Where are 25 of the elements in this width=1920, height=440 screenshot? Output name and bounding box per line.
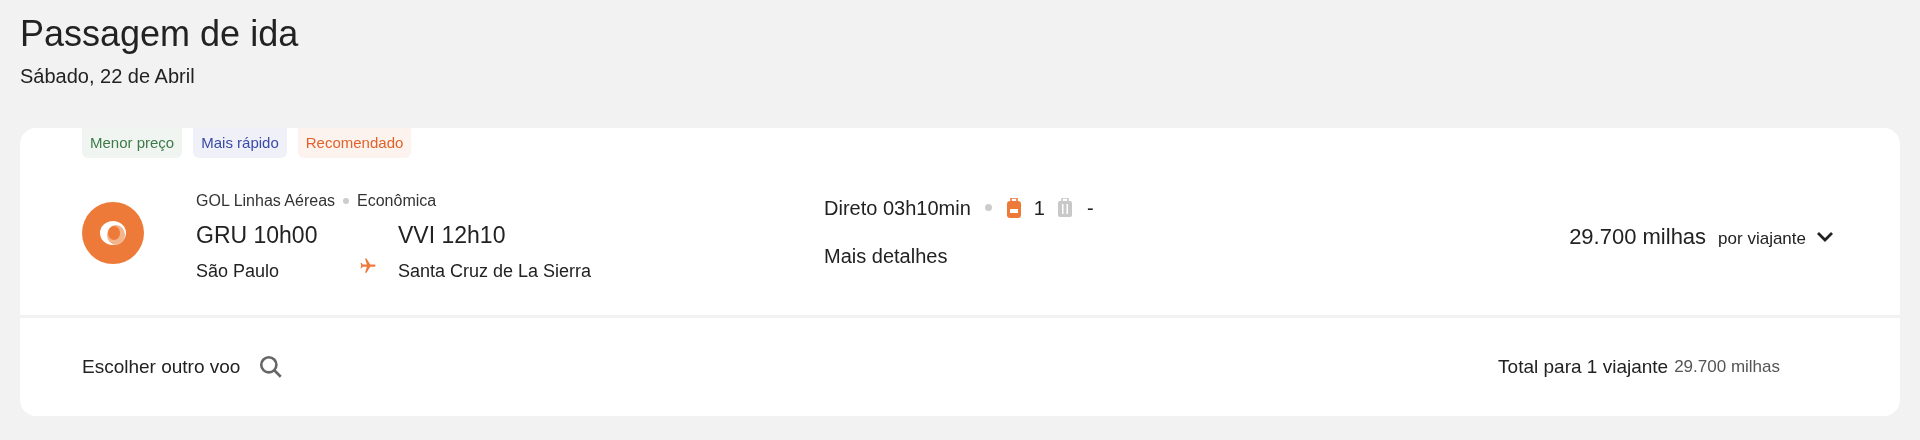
choose-other-flight-link[interactable]: Escolher outro voo: [82, 352, 241, 382]
destination-city: Santa Cruz de La Sierra: [398, 259, 592, 283]
page-title: Passagem de ida: [20, 12, 299, 56]
details-link[interactable]: Mais detalhes: [824, 240, 948, 271]
tag-badge: Menor preço: [82, 128, 183, 158]
checked-bag-count: -: [1086, 195, 1094, 221]
airline-name: GOL Linhas Aéreas: [196, 190, 336, 211]
backpack-icon: [1005, 197, 1022, 218]
departure-time: GRU 10h00: [196, 220, 319, 250]
price-unit: por viajante: [1718, 228, 1806, 250]
cabin-class: Econômica: [357, 190, 437, 211]
total-value: 29.700 milhas: [1674, 356, 1780, 379]
plane-icon: [358, 256, 378, 275]
price-text: 29.700 milhas: [1569, 223, 1707, 251]
flight-duration: Direto 03h10min: [824, 195, 971, 221]
carry-on-count: 1: [1033, 195, 1045, 221]
total-label: Total para 1 viajante: [1498, 354, 1669, 379]
tag-badge: Recomendado: [297, 128, 412, 158]
airline-logo-icon: [82, 201, 144, 264]
origin-city: São Paulo: [196, 259, 281, 283]
date-text: Sábado, 22 de Abril: [20, 64, 195, 89]
chevron-down-icon: [1815, 230, 1835, 243]
tag-badge: Mais rápido: [193, 128, 287, 158]
suitcase-icon: [1056, 197, 1073, 218]
arrival-time: VVI 12h10: [398, 220, 507, 250]
